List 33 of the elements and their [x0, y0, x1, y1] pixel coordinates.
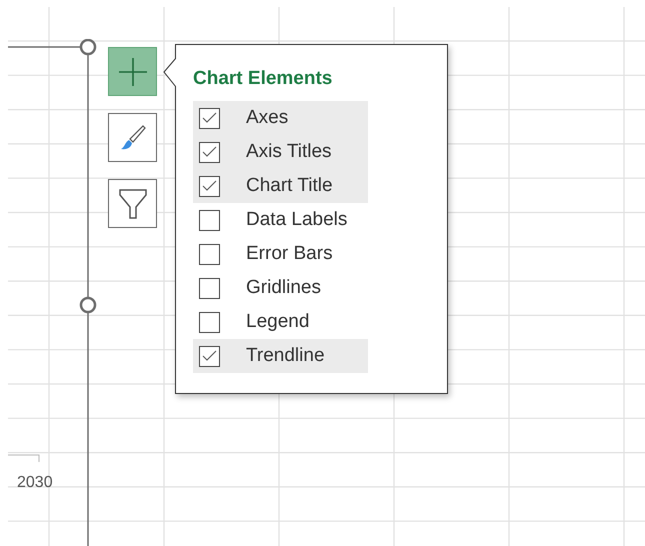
axis-label: 2030: [17, 473, 53, 493]
checkbox[interactable]: [199, 210, 220, 230]
chart-element-option[interactable]: Trendline: [193, 339, 368, 373]
checkbox[interactable]: [199, 278, 220, 298]
filter-icon: [118, 188, 148, 220]
checkbox[interactable]: [199, 142, 220, 162]
checkbox[interactable]: [199, 346, 220, 366]
option-label: Gridlines: [246, 276, 321, 300]
option-label: Axis Titles: [246, 140, 332, 164]
chart-element-option[interactable]: Chart Title: [193, 169, 368, 203]
plus-icon: [118, 56, 148, 86]
option-label: Data Labels: [246, 208, 348, 232]
popup-title: Chart Elements: [193, 67, 334, 91]
check-icon: [202, 350, 217, 362]
check-icon: [202, 112, 217, 124]
chart-element-option[interactable]: Axis Titles: [193, 135, 368, 169]
option-label: Error Bars: [246, 242, 333, 266]
chart-element-option[interactable]: Axes: [193, 101, 368, 135]
option-label: Legend: [246, 310, 310, 334]
checkbox[interactable]: [199, 244, 220, 264]
option-label: Chart Title: [246, 174, 333, 198]
option-label: Trendline: [246, 344, 325, 368]
check-icon: [202, 180, 217, 192]
brush-icon: [118, 124, 146, 152]
checkbox[interactable]: [199, 312, 220, 332]
option-label: Axes: [246, 106, 288, 130]
check-icon: [202, 146, 217, 158]
filter-button[interactable]: [108, 179, 157, 228]
add-element-button[interactable]: [108, 47, 157, 96]
axis-tick: [8, 454, 40, 462]
checkbox[interactable]: [199, 176, 220, 196]
checkbox[interactable]: [199, 108, 220, 128]
style-button[interactable]: [108, 113, 157, 162]
